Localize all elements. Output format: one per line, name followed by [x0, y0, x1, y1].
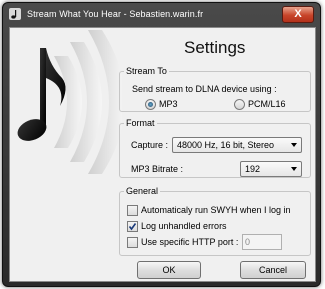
stream-to-description: Send stream to DLNA device using : [132, 84, 277, 94]
chevron-down-icon [291, 143, 297, 147]
radio-pcm-l16[interactable] [234, 99, 245, 110]
close-icon: X [294, 8, 302, 20]
capture-value: 48000 Hz, 16 bit, Stereo [177, 140, 275, 150]
music-note-icon [9, 8, 21, 20]
log-errors-label[interactable]: Log unhandled errors [141, 221, 227, 231]
http-port-checkbox[interactable] [127, 237, 138, 248]
capture-label: Capture : [131, 140, 169, 150]
bitrate-select[interactable]: 192 [240, 161, 302, 177]
radio-pcm-l16-label[interactable]: PCM/L16 [248, 99, 286, 109]
title-bar[interactable]: Stream What You Hear - Sebastien.warin.f… [3, 3, 320, 27]
cancel-button[interactable]: Cancel [240, 261, 306, 279]
ok-button[interactable]: OK [137, 261, 201, 279]
dialog-body: Settings Stream To Send stream to DLNA d… [9, 27, 316, 282]
http-port-input-box[interactable] [242, 234, 282, 250]
capture-select[interactable]: 48000 Hz, 16 bit, Stereo [172, 137, 302, 153]
http-port-input[interactable] [243, 235, 281, 249]
radio-mp3-label[interactable]: MP3 [159, 99, 178, 109]
autorun-checkbox[interactable] [127, 205, 138, 216]
radio-mp3[interactable] [145, 99, 156, 110]
http-port-label[interactable]: Use specific HTTP port : [141, 237, 238, 247]
stream-to-legend: Stream To [126, 66, 167, 76]
settings-window: Stream What You Hear - Sebastien.warin.f… [2, 2, 321, 287]
chevron-down-icon [291, 167, 297, 171]
general-legend: General [126, 186, 159, 196]
close-button[interactable]: X [282, 6, 314, 23]
checkmark-icon [128, 223, 137, 231]
bitrate-label: MP3 Bitrate : [131, 164, 184, 174]
format-legend: Format [126, 118, 155, 128]
page-title: Settings [184, 38, 246, 57]
window-title: Stream What You Hear - Sebastien.warin.f… [27, 9, 204, 19]
music-note-sound-waves-icon [17, 30, 122, 174]
log-errors-checkbox[interactable] [127, 221, 138, 232]
autorun-label[interactable]: Automaticaly run SWYH when I log in [141, 205, 291, 215]
bitrate-value: 192 [245, 164, 261, 174]
